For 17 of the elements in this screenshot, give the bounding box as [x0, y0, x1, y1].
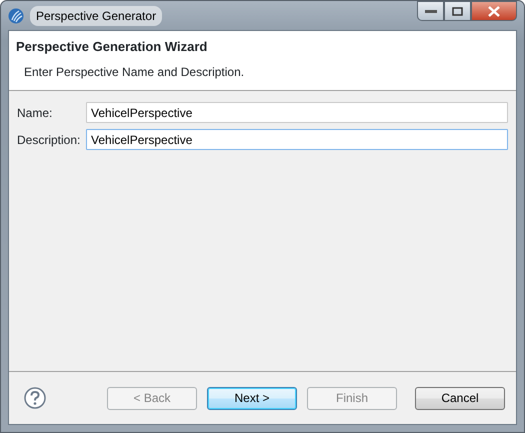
text-field[interactable]: VehicelPerspective	[86, 129, 508, 150]
wizard-description: Enter Perspective Name and Description.	[24, 64, 246, 80]
minimize-icon	[424, 10, 436, 12]
help-icon[interactable]	[24, 387, 46, 409]
wizard-title: Perspective Generation Wizard	[16, 38, 208, 56]
wizard-button[interactable]: Next >	[207, 386, 297, 410]
field-label: Description:	[17, 132, 82, 148]
maximize-icon	[452, 6, 463, 16]
close-button[interactable]	[471, 1, 517, 21]
close-icon	[488, 6, 500, 16]
wizard-button[interactable]: Cancel	[415, 386, 505, 410]
minimize-button[interactable]	[417, 1, 444, 21]
maximize-button[interactable]	[444, 1, 471, 21]
text-field[interactable]: VehicelPerspective	[86, 102, 508, 123]
window-title: Perspective Generator	[30, 6, 162, 26]
app-icon	[8, 8, 24, 24]
field-label: Name:	[17, 104, 54, 122]
